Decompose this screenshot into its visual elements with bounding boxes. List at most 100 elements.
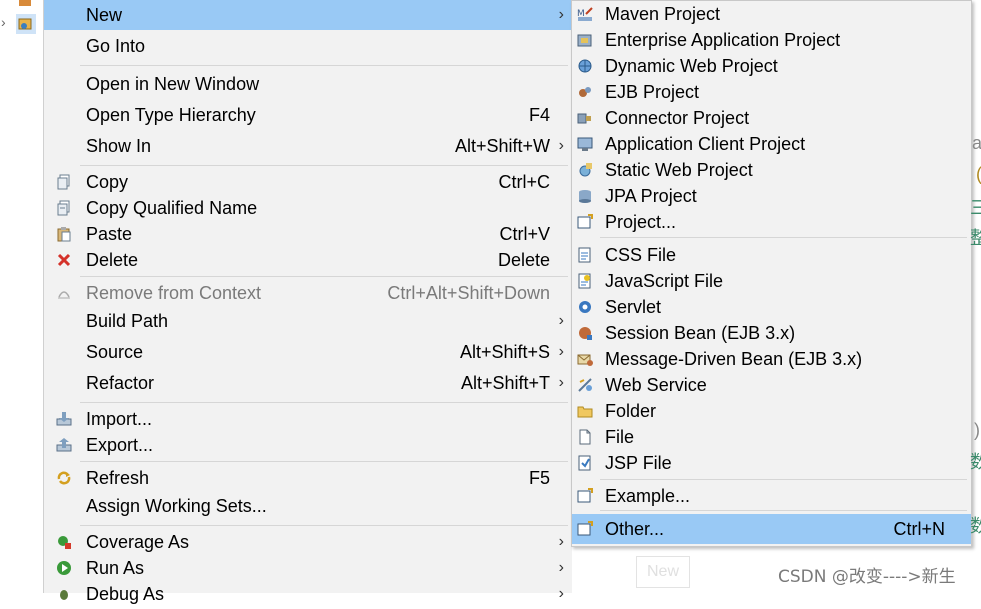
menu-item-assign-working-sets[interactable]: Assign Working Sets... (44, 491, 572, 521)
jsp-file-icon (578, 455, 591, 471)
submenu-arrow-icon: › (558, 374, 564, 391)
new-submenu: M Maven Project Enterprise Application P… (571, 0, 972, 547)
editor-text-fragment: ( (976, 164, 981, 185)
menu-item-accelerator: Alt+Shift+T (460, 372, 550, 393)
menu-item-label: Build Path (86, 310, 169, 331)
menu-item-open-new-window[interactable]: Open in New Window (44, 69, 572, 99)
file-icon (579, 429, 591, 445)
submenu-item-jsp-file[interactable]: JSP File (572, 448, 971, 478)
editor-text-fragment: 数 (970, 516, 981, 536)
message-bean-icon (577, 354, 593, 366)
menu-item-new[interactable]: New › (44, 0, 572, 30)
menu-item-label: Import... (86, 408, 153, 429)
submenu-item-project[interactable]: Project... (572, 207, 971, 237)
menu-item-accelerator: Ctrl+N (893, 518, 945, 539)
other-icon (577, 521, 593, 536)
project-icon[interactable] (16, 14, 36, 34)
menu-item-label: Project... (605, 211, 677, 232)
menu-item-label: Source (86, 341, 144, 362)
menu-item-accelerator: Ctrl+Alt+Shift+Down (387, 282, 550, 303)
editor-text-fragment: 整 (970, 228, 981, 248)
export-icon (56, 438, 72, 452)
refresh-icon (57, 471, 71, 485)
menu-item-refactor[interactable]: Refactor Alt+Shift+T › (44, 368, 572, 398)
remove-context-icon (58, 291, 70, 299)
menu-item-label: Export... (86, 434, 154, 455)
connector-icon (577, 113, 591, 124)
menu-separator (600, 479, 967, 480)
menu-item-label: Copy (86, 171, 129, 192)
menu-item-label: Go Into (86, 35, 146, 56)
menu-item-label: JPA Project (605, 185, 697, 206)
menu-item-label: Other... (605, 518, 665, 539)
menu-item-label: Assign Working Sets... (86, 495, 267, 516)
menu-item-label: Folder (605, 400, 657, 421)
menu-item-label: Open in New Window (86, 73, 260, 94)
static-web-icon (579, 163, 592, 177)
menu-separator (80, 276, 568, 277)
menu-item-accelerator: F5 (528, 467, 550, 488)
submenu-arrow-icon: › (558, 137, 564, 154)
menu-item-label: JavaScript File (605, 270, 724, 291)
menu-item-delete[interactable]: Delete Delete (44, 245, 572, 275)
servlet-icon (579, 301, 591, 313)
menu-item-label: Remove from Context (86, 282, 262, 303)
menu-item-source[interactable]: Source Alt+Shift+S › (44, 337, 572, 367)
menu-item-accelerator: Delete (497, 249, 550, 270)
menu-item-go-into[interactable]: Go Into (44, 31, 572, 61)
menu-item-remove-from-context: Remove from Context Ctrl+Alt+Shift+Down (44, 278, 572, 308)
menu-item-accelerator: Alt+Shift+W (454, 135, 550, 156)
editor-text-fragment: 数 (970, 452, 981, 472)
folder-icon (577, 406, 593, 418)
menu-item-accelerator: Alt+Shift+S (459, 341, 550, 362)
menu-item-refresh[interactable]: Refresh F5 (44, 463, 572, 493)
session-bean-icon (579, 327, 592, 340)
menu-separator (80, 461, 568, 462)
tree-expand-chevron-icon[interactable]: › (1, 14, 6, 30)
submenu-item-other[interactable]: Other... Ctrl+N (572, 514, 971, 544)
watermark: CSDN @改变---->新生 (778, 567, 956, 587)
menu-item-open-type-hierarchy[interactable]: Open Type Hierarchy F4 (44, 100, 572, 130)
delete-icon (57, 253, 71, 267)
editor-text-fragment: a (972, 133, 981, 153)
menu-item-label: Refactor (86, 372, 155, 393)
menu-separator (80, 402, 568, 403)
menu-item-label: Run As (86, 557, 145, 578)
menu-item-label: Enterprise Application Project (605, 29, 841, 50)
package-icon (19, 0, 31, 6)
menu-separator (600, 510, 967, 511)
project-icon (577, 214, 593, 229)
submenu-arrow-icon: › (558, 559, 564, 576)
app-client-icon (577, 137, 593, 151)
menu-item-show-in[interactable]: Show In Alt+Shift+W › (44, 131, 572, 161)
menu-item-debug-as[interactable]: Debug As › (44, 579, 572, 609)
menu-item-label: Example... (605, 485, 691, 506)
menu-item-build-path[interactable]: Build Path › (44, 306, 572, 336)
menu-item-label: Maven Project (605, 3, 721, 24)
context-menu: New › Go Into Open in New Window Open Ty… (43, 0, 572, 604)
jpa-icon (579, 190, 591, 203)
menu-item-label: Application Client Project (605, 133, 806, 154)
menu-separator (80, 165, 568, 166)
menu-item-label: Coverage As (86, 531, 190, 552)
menu-item-label: Servlet (605, 296, 662, 317)
menu-separator (600, 237, 967, 238)
menu-item-label: Copy Qualified Name (86, 197, 258, 218)
menu-item-accelerator: Ctrl+V (499, 223, 550, 244)
css-file-icon (578, 247, 591, 263)
menu-item-label: Static Web Project (605, 159, 753, 180)
menu-item-label: CSS File (605, 244, 677, 265)
maven-icon: M (577, 7, 593, 21)
menu-item-label: Connector Project (605, 107, 750, 128)
debug-icon (60, 590, 68, 600)
menu-item-accelerator: Ctrl+C (498, 171, 550, 192)
submenu-arrow-icon: › (558, 343, 564, 360)
menu-item-label: Debug As (86, 583, 165, 604)
menu-item-label: Web Service (605, 374, 707, 395)
submenu-item-example[interactable]: Example... (572, 481, 971, 511)
editor-text-fragment: ) (974, 420, 980, 440)
submenu-arrow-icon: › (558, 533, 564, 550)
menu-item-label: Open Type Hierarchy (86, 104, 256, 125)
submenu-arrow-icon: › (558, 585, 564, 602)
menu-item-export[interactable]: Export... (44, 430, 572, 460)
